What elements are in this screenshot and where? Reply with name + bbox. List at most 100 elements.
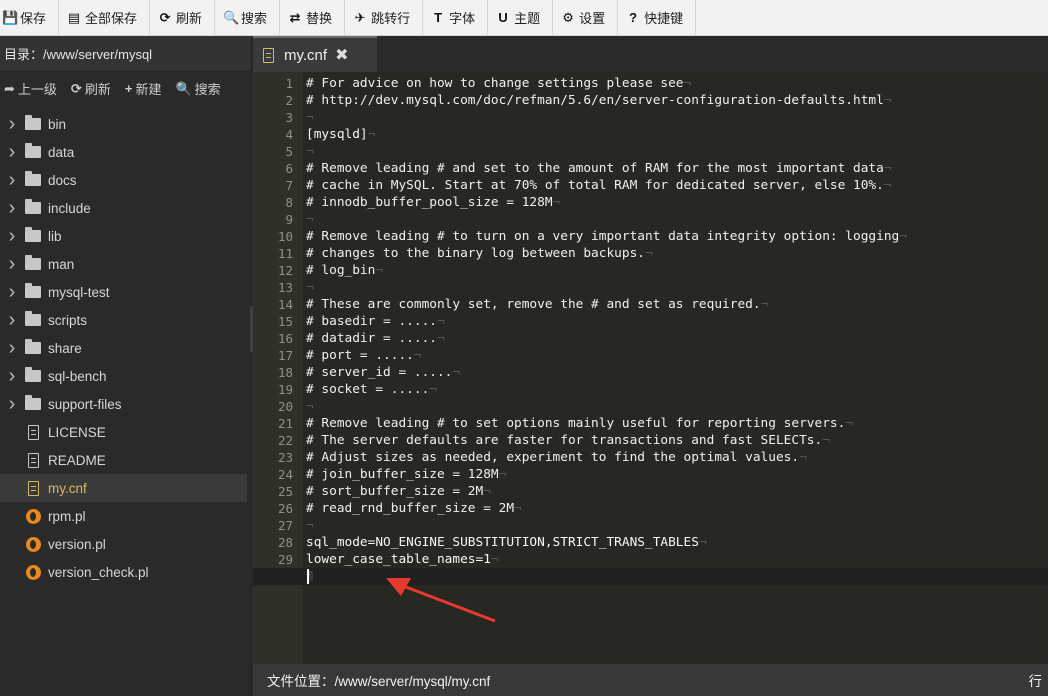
tree-item[interactable]: version_check.pl bbox=[0, 558, 247, 586]
code-line[interactable]: # http://dev.mysql.com/doc/refman/5.6/en… bbox=[306, 92, 892, 109]
code-line[interactable]: # socket = .....¬ bbox=[306, 381, 437, 398]
code-line[interactable]: # The server defaults are faster for tra… bbox=[306, 432, 830, 449]
code-line[interactable]: [mysqld]¬ bbox=[306, 126, 375, 143]
code-line[interactable]: # log_bin¬ bbox=[306, 262, 383, 279]
code-line[interactable]: # port = .....¬ bbox=[306, 347, 422, 364]
tree-item[interactable]: › bin bbox=[0, 110, 247, 138]
toolbar-save-all-button[interactable]: ▤ 全部保存 bbox=[59, 0, 151, 35]
tree-item[interactable]: README bbox=[0, 446, 247, 474]
tree-item[interactable]: my.cnf bbox=[0, 474, 247, 502]
tree-item-label: support-files bbox=[48, 396, 122, 412]
toolbar-search-button[interactable]: 🔍 搜索 bbox=[215, 0, 281, 35]
code-line[interactable]: # sort_buffer_size = 2M¬ bbox=[306, 483, 491, 500]
close-icon[interactable]: ✖ bbox=[335, 45, 348, 65]
sidebar-refresh-button[interactable]: ⟳ 刷新 bbox=[71, 79, 111, 98]
tree-item[interactable]: › include bbox=[0, 194, 247, 222]
code-line[interactable]: lower_case_table_names=1¬ bbox=[306, 551, 499, 568]
code-line[interactable]: # These are commonly set, remove the # a… bbox=[306, 296, 768, 313]
action-label: 上一级 bbox=[17, 82, 57, 97]
line-number: 21 bbox=[277, 416, 293, 431]
code-line[interactable]: ¬ bbox=[306, 517, 314, 534]
directory-label: 目录：/www/server/mysql bbox=[4, 47, 153, 62]
toolbar-replace-button[interactable]: ⇄ 替换 bbox=[280, 0, 346, 35]
tree-item[interactable]: LICENSE bbox=[0, 418, 247, 446]
code-line[interactable]: # Remove leading # to set options mainly… bbox=[306, 415, 853, 432]
line-number: 1 bbox=[285, 76, 293, 91]
line-number: 16 bbox=[277, 331, 293, 346]
code-line[interactable]: ¬ bbox=[306, 143, 314, 160]
text-cursor bbox=[307, 569, 309, 584]
chevron-right-icon: › bbox=[8, 168, 16, 191]
code-line[interactable]: # basedir = .....¬ bbox=[306, 313, 445, 330]
line-number: 4 bbox=[285, 127, 293, 142]
toolbar-label: 搜索 bbox=[241, 11, 268, 26]
code-line[interactable]: # join_buffer_size = 128M¬ bbox=[306, 466, 506, 483]
code-line[interactable]: ¬ bbox=[306, 279, 314, 296]
tree-item[interactable]: › lib bbox=[0, 222, 247, 250]
tree-item[interactable]: › man bbox=[0, 250, 247, 278]
code-line[interactable]: ¬ bbox=[306, 398, 314, 415]
code-line[interactable]: # Adjust sizes as needed, experiment to … bbox=[306, 449, 807, 466]
tree-item-label: man bbox=[48, 256, 75, 272]
toolbar-label: 全部保存 bbox=[85, 11, 138, 26]
file-icon bbox=[24, 451, 42, 469]
code-line[interactable]: # read_rnd_buffer_size = 2M¬ bbox=[306, 500, 522, 517]
code-line[interactable]: ¬ bbox=[306, 211, 314, 228]
tree-item[interactable]: › mysql-test bbox=[0, 278, 247, 306]
perl-file-icon bbox=[24, 563, 42, 581]
code-line[interactable]: # server_id = .....¬ bbox=[306, 364, 460, 381]
tree-item[interactable]: › data bbox=[0, 138, 247, 166]
tab-my-cnf[interactable]: my.cnf ✖ bbox=[253, 36, 377, 72]
code-line[interactable]: # innodb_buffer_pool_size = 128M¬ bbox=[306, 194, 560, 211]
sidebar-search-button[interactable]: 🔍 搜索 bbox=[175, 79, 220, 98]
line-number: 23 bbox=[277, 450, 293, 465]
code-editor[interactable]: 1 2 3 4 5 6 7 8 9 10 11 12 13 14 15 16 17 18 19 20 21 22 23 24 2… bbox=[253, 72, 1048, 664]
sidebar-up-level-button[interactable]: ➦ 上一级 bbox=[4, 79, 57, 98]
toolbar-shortcuts-button[interactable]: ? 快捷键 bbox=[618, 0, 697, 35]
tree-item-label: my.cnf bbox=[48, 480, 87, 496]
code-line[interactable]: # Remove leading # and set to the amount… bbox=[306, 160, 892, 177]
action-label: 搜索 bbox=[194, 82, 221, 97]
toolbar-label: 刷新 bbox=[176, 11, 203, 26]
tree-item[interactable]: rpm.pl bbox=[0, 502, 247, 530]
chevron-right-icon: › bbox=[8, 392, 16, 415]
code-line[interactable]: # For advice on how to change settings p… bbox=[306, 75, 691, 92]
tree-item-label: scripts bbox=[48, 312, 88, 328]
code-line[interactable]: # Remove leading # to turn on a very imp… bbox=[306, 228, 907, 245]
chevron-right-icon: › bbox=[8, 280, 16, 303]
shortcuts-icon: ? bbox=[629, 10, 638, 25]
line-number: 20 bbox=[277, 399, 293, 414]
tree-item[interactable]: version.pl bbox=[0, 530, 247, 558]
tree-item[interactable]: › share bbox=[0, 334, 247, 362]
line-number: 5 bbox=[285, 144, 293, 159]
toolbar-settings-button[interactable]: ⚙ 设置 bbox=[553, 0, 619, 35]
toolbar-theme-button[interactable]: U 主题 bbox=[488, 0, 554, 35]
tree-item[interactable]: › support-files bbox=[0, 390, 247, 418]
toolbar-font-button[interactable]: T 字体 bbox=[423, 0, 489, 35]
tree-item[interactable]: › scripts bbox=[0, 306, 247, 334]
replace-icon: ⇄ bbox=[289, 9, 301, 25]
toolbar-label: 保存 bbox=[20, 11, 47, 26]
tree-item-label: lib bbox=[48, 228, 62, 244]
chevron-right-icon: › bbox=[8, 224, 16, 247]
code-line[interactable]: # datadir = .....¬ bbox=[306, 330, 445, 347]
code-line[interactable]: # cache in MySQL. Start at 70% of total … bbox=[306, 177, 892, 194]
code-line[interactable]: ¬ bbox=[306, 109, 314, 126]
search-icon: 🔍 bbox=[175, 80, 192, 96]
toolbar-goto-line-button[interactable]: ✈ 跳转行 bbox=[345, 0, 424, 35]
tree-item[interactable]: › sql-bench bbox=[0, 362, 247, 390]
code-line[interactable]: sql_mode=NO_ENGINE_SUBSTITUTION,STRICT_T… bbox=[306, 534, 707, 551]
folder-icon bbox=[24, 199, 42, 217]
file-icon bbox=[24, 423, 42, 441]
toolbar-label: 跳转行 bbox=[371, 11, 411, 26]
chevron-right-icon: › bbox=[8, 112, 16, 135]
chevron-right-icon: › bbox=[8, 196, 16, 219]
tree-item[interactable]: › docs bbox=[0, 166, 247, 194]
folder-icon bbox=[24, 143, 42, 161]
code-line[interactable]: # changes to the binary log between back… bbox=[306, 245, 653, 262]
toolbar-refresh-button[interactable]: ⟳ 刷新 bbox=[150, 0, 216, 35]
perl-file-icon bbox=[24, 507, 42, 525]
toolbar-save-button[interactable]: 💾 保存 bbox=[0, 0, 60, 35]
font-icon: T bbox=[434, 10, 443, 25]
sidebar-plus-button[interactable]: + 新建 bbox=[125, 79, 162, 98]
